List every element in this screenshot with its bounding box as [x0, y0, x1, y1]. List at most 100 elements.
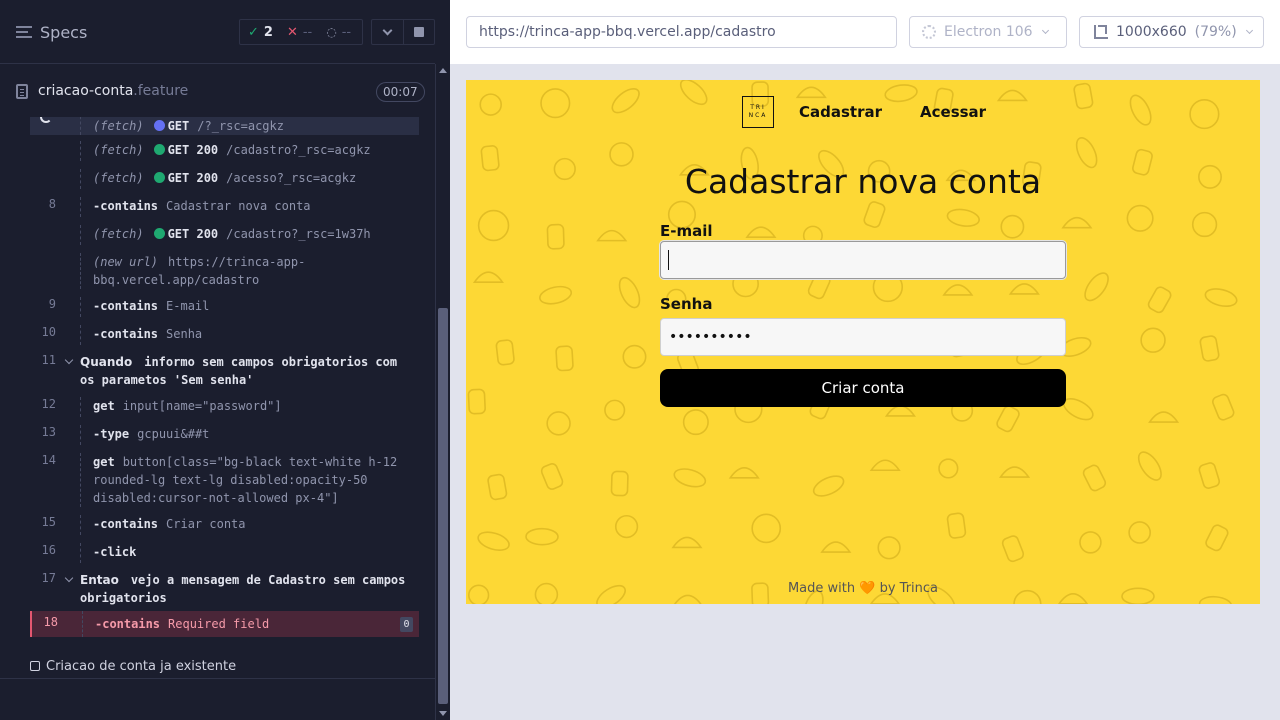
viewport-selector[interactable]: 1000x660 (79%): [1079, 16, 1264, 48]
passed-stat: ✓ 2: [248, 25, 273, 40]
status-dot-icon: [153, 120, 165, 131]
command-row[interactable]: 14 get button[class="bg-black text-white h…: [30, 453, 419, 507]
command-row[interactable]: 12 get input[name="password"]: [30, 397, 419, 417]
command-number: 9: [48, 297, 56, 311]
command-row[interactable]: (fetch) GET 200/cadastro?_rsc=1w37h: [30, 225, 419, 245]
command-name: contains: [93, 199, 158, 213]
command-body: Entao vejo a mensagem de Cadastro sem cam…: [80, 571, 409, 607]
command-row[interactable]: 10 contains Senha: [30, 325, 419, 345]
command-message: /acesso?_rsc=acgkz: [226, 171, 357, 185]
command-row[interactable]: 18 contains Required field 0: [30, 611, 419, 637]
password-label: Senha: [660, 295, 713, 313]
command-body: type gcpuui&##t: [93, 425, 409, 443]
collapse-all-button[interactable]: [372, 20, 403, 44]
stop-button[interactable]: [402, 20, 434, 44]
scroll-up-icon[interactable]: [439, 68, 447, 73]
command-row[interactable]: 9 contains E-mail: [30, 297, 419, 317]
password-input[interactable]: [660, 318, 1066, 356]
test-criacao-conta-existente[interactable]: Criacao de conta ja existente: [30, 654, 236, 678]
chevron-down-icon: [64, 573, 74, 583]
indent-guide: [80, 169, 81, 189]
footer-text-before: Made with: [787, 581, 856, 596]
command-row[interactable]: 13 type gcpuui&##t: [30, 425, 419, 445]
command-name: GET: [167, 119, 190, 133]
command-body: (fetch) GET /?_rsc=acgkz: [93, 117, 409, 135]
command-log: (fetch) GET /?_rsc=acgkz (fetch) GET 200/cad…: [0, 117, 435, 720]
command-body: (new url) https://trinca-app-bbq.vercel.a…: [93, 253, 409, 289]
command-body: contains Senha: [93, 325, 409, 343]
command-row[interactable]: 16 click: [30, 543, 419, 563]
command-message: /cadastro?_rsc=1w37h: [226, 227, 371, 241]
command-body: (fetch) GET 200/cadastro?_rsc=acgkz: [93, 141, 409, 159]
indent-guide: [80, 141, 81, 161]
trinca-logo[interactable]: TRI NCA: [742, 96, 774, 128]
command-row[interactable]: 15 contains Criar conta: [30, 515, 419, 535]
command-body: get input[name="password"]: [93, 397, 409, 415]
command-name: contains: [93, 327, 158, 341]
aut-header: https://trinca-app-bbq.vercel.app/cadast…: [450, 0, 1280, 64]
command-type: (fetch): [93, 227, 144, 241]
spec-file-row[interactable]: criacao-conta .feature 00:07: [0, 65, 435, 117]
passed-count: 2: [263, 24, 273, 40]
command-name: GET 200: [167, 227, 219, 241]
command-type: (fetch): [93, 143, 144, 157]
indent-guide: [80, 325, 81, 345]
specs-toggle-button[interactable]: Specs: [16, 20, 87, 44]
footer: Made with 🧡 by Trinca: [466, 581, 1260, 596]
email-label: E-mail: [660, 222, 713, 240]
command-number: 15: [41, 515, 56, 529]
indent-guide: [80, 197, 81, 217]
chevron-down-icon: [1041, 26, 1049, 35]
x-icon: ✕: [286, 24, 298, 40]
element-count-badge: 0: [400, 617, 413, 632]
test-step-row[interactable]: 17 Entao vejo a mensagem de Cadastro sem c…: [30, 571, 419, 607]
url-bar[interactable]: https://trinca-app-bbq.vercel.app/cadast…: [466, 16, 897, 48]
scrollbar-thumb[interactable]: [438, 308, 448, 704]
command-number: 12: [41, 397, 56, 411]
nav-acessar-link[interactable]: Acessar: [920, 103, 986, 121]
failed-count: --: [302, 24, 313, 40]
command-name: GET 200: [167, 143, 219, 157]
command-row[interactable]: 8 contains Cadastrar nova conta: [30, 197, 419, 217]
status-dot-icon: [153, 172, 165, 183]
cypress-reporter: Specs ✓ 2 ✕ -- ◌ -- criacao-conta .featu…: [0, 0, 450, 720]
chevron-down-icon: [382, 25, 393, 36]
divider: [0, 678, 435, 679]
email-input[interactable]: [660, 241, 1066, 279]
footer-text-after: by Trinca: [879, 581, 939, 596]
command-message: Senha: [166, 327, 203, 341]
command-row[interactable]: (new url) https://trinca-app-bbq.vercel.a…: [30, 253, 419, 289]
command-message: Required field: [168, 617, 270, 631]
command-row[interactable]: (fetch) GET 200/cadastro?_rsc=acgkz: [30, 141, 419, 161]
command-row[interactable]: (fetch) GET /?_rsc=acgkz: [30, 117, 419, 135]
reporter-scrollbar[interactable]: [435, 64, 450, 720]
criar-conta-button[interactable]: Criar conta: [660, 369, 1066, 407]
command-message: gcpuui&##t: [137, 427, 210, 441]
indent-guide: [80, 543, 81, 563]
command-body: (fetch) GET 200/acesso?_rsc=acgkz: [93, 169, 409, 187]
command-body: contains Criar conta: [93, 515, 409, 533]
indent-guide: [80, 117, 81, 135]
text-caret: [668, 250, 669, 270]
command-name: GET 200: [167, 171, 219, 185]
browser-selector[interactable]: Electron 106: [909, 16, 1067, 48]
command-name: contains: [93, 517, 158, 531]
command-message: /?_rsc=acgkz: [197, 119, 284, 133]
indent-guide: [80, 297, 81, 317]
command-type: (fetch): [93, 171, 144, 185]
stop-icon: [413, 27, 424, 37]
command-name: contains: [95, 617, 160, 631]
spec-file-name: criacao-conta: [38, 83, 134, 99]
indent-guide: [80, 253, 81, 289]
scroll-down-icon[interactable]: [439, 711, 447, 716]
heart-icon: 🧡: [859, 581, 876, 596]
indent-guide: [80, 225, 81, 245]
test-step-row[interactable]: 11 Quando informo sem campos obrigatorios …: [30, 353, 419, 389]
nav-cadastrar-link[interactable]: Cadastrar: [799, 103, 882, 121]
command-number: 16: [41, 543, 56, 557]
failed-stat: ✕ --: [287, 25, 312, 40]
command-number: 17: [41, 571, 56, 585]
command-body: contains E-mail: [93, 297, 409, 315]
command-name: get: [93, 455, 115, 469]
command-row[interactable]: (fetch) GET 200/acesso?_rsc=acgkz: [30, 169, 419, 189]
